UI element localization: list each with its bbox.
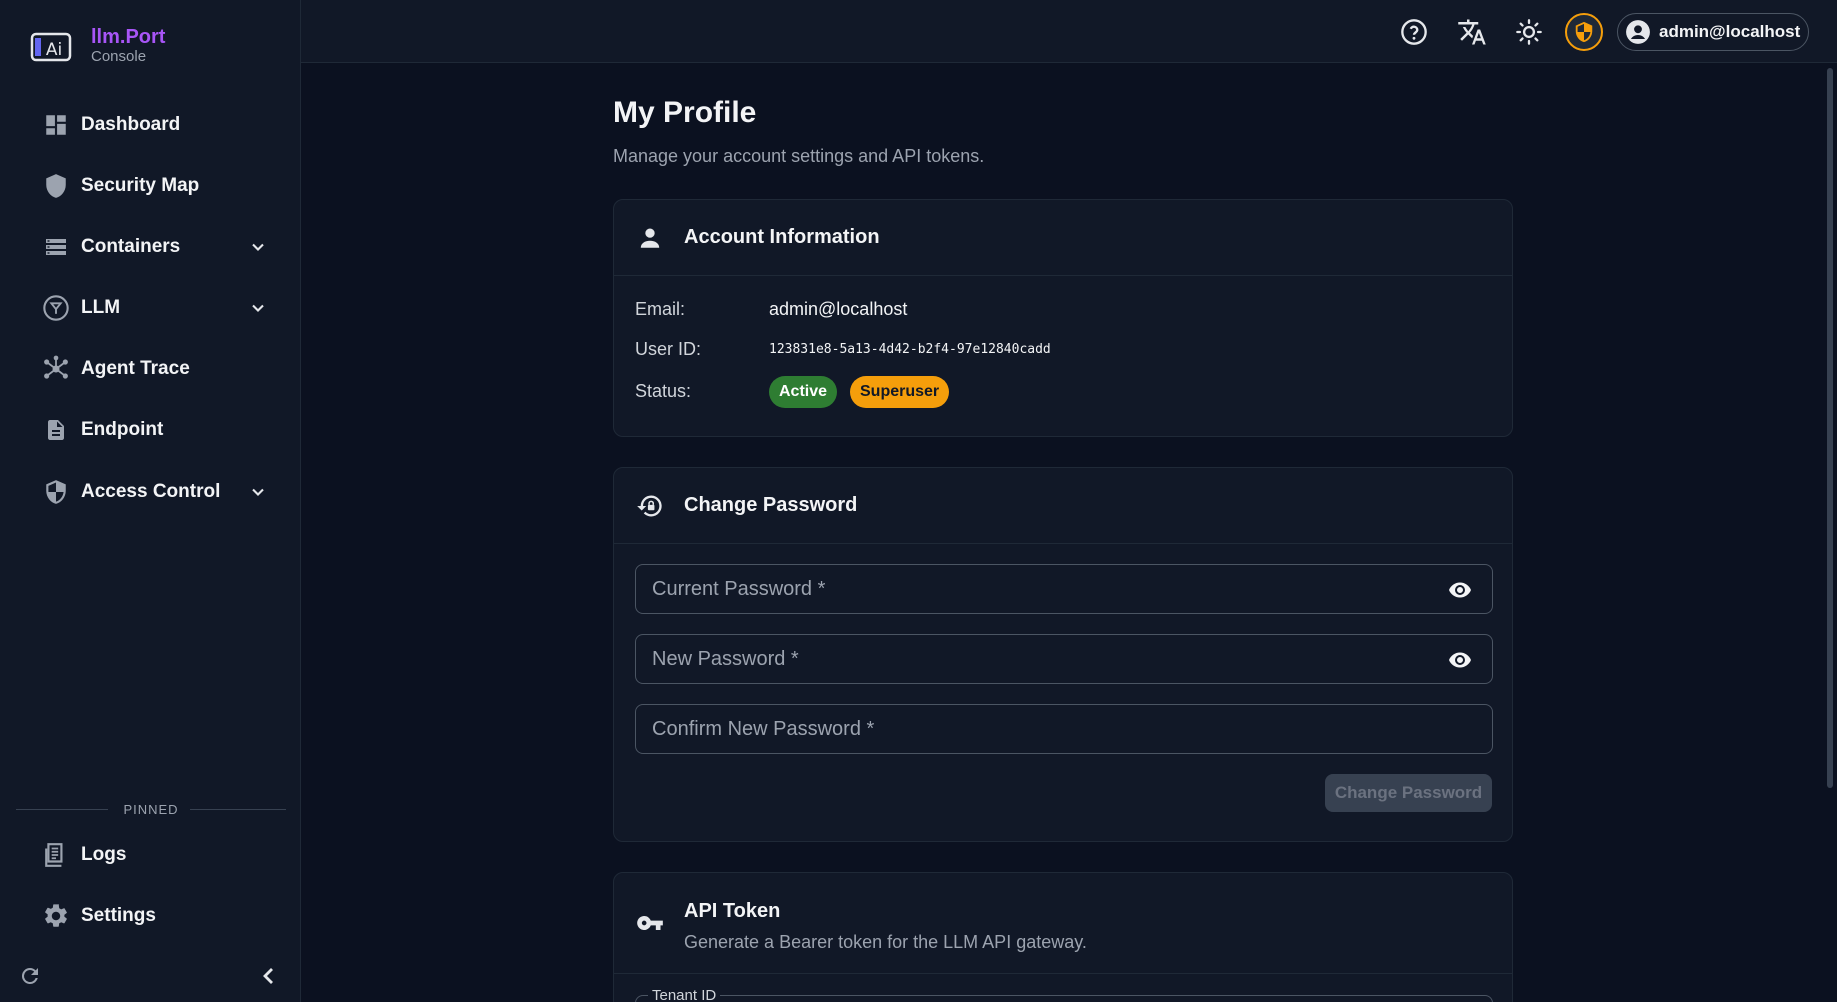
- eye-icon[interactable]: [1448, 578, 1472, 602]
- chevron-down-icon[interactable]: [248, 482, 268, 502]
- brand[interactable]: Ai llm.Port Console: [30, 26, 165, 66]
- page-subtitle: Manage your account settings and API tok…: [613, 146, 985, 166]
- sidebar-item-label: Agent Trace: [81, 358, 190, 379]
- trace-icon: [42, 355, 70, 383]
- dashboard-icon: [42, 111, 70, 139]
- sidebar-item-agent-trace[interactable]: Agent Trace: [0, 343, 301, 395]
- person-icon: [636, 224, 664, 252]
- theme-icon[interactable]: [1513, 16, 1545, 48]
- containers-icon: [42, 233, 70, 261]
- status-badge-superuser: Superuser: [850, 376, 950, 408]
- account-circle-icon: [1626, 20, 1650, 44]
- sidebar-item-label: Access Control: [81, 481, 221, 502]
- refresh-icon[interactable]: [18, 964, 42, 988]
- status-badge-active: Active: [769, 376, 838, 408]
- new-password-field[interactable]: [635, 634, 1493, 684]
- tenant-id-field[interactable]: Tenant ID: [635, 987, 1493, 1002]
- card-header: Change Password: [614, 468, 1512, 544]
- new-password-input[interactable]: [652, 635, 1432, 683]
- confirm-password-field[interactable]: [635, 704, 1493, 754]
- sidebar-item-llm[interactable]: LLM: [0, 282, 301, 334]
- pinned-divider: PINNED: [16, 800, 286, 820]
- llm-icon: [42, 294, 70, 322]
- status-label: Status:: [635, 381, 692, 401]
- sidebar-item-security-map[interactable]: Security Map: [0, 160, 301, 212]
- key-icon: [636, 909, 664, 937]
- sidebar-item-endpoint[interactable]: Endpoint: [0, 404, 301, 456]
- api-token-card: API Token Generate a Bearer token for th…: [613, 872, 1513, 1002]
- user-id-label: User ID:: [635, 339, 702, 359]
- user-label: admin@localhost: [1659, 22, 1801, 41]
- security-status-badge[interactable]: [1565, 13, 1603, 51]
- change-password-button[interactable]: Change Password: [1325, 774, 1492, 812]
- sidebar-item-access-control[interactable]: Access Control: [0, 466, 301, 518]
- card-title: API Token: [684, 900, 781, 922]
- tenant-id-label: Tenant ID: [648, 987, 721, 1002]
- divider-line: [190, 809, 286, 810]
- help-icon[interactable]: [1398, 16, 1430, 48]
- current-password-field[interactable]: [635, 564, 1493, 614]
- svg-text:Ai: Ai: [46, 40, 62, 60]
- email-label: Email:: [635, 299, 686, 319]
- collapse-sidebar-icon[interactable]: [257, 964, 281, 988]
- email-value: admin@localhost: [769, 299, 908, 319]
- chevron-down-icon[interactable]: [248, 237, 268, 257]
- account-information-card: Account Information Email: admin@localho…: [613, 199, 1513, 437]
- confirm-password-input[interactable]: [652, 705, 1432, 753]
- card-subtitle: Generate a Bearer token for the LLM API …: [684, 932, 1087, 952]
- document-icon: [42, 416, 70, 444]
- topbar: [301, 0, 1837, 63]
- sidebar-item-containers[interactable]: Containers: [0, 221, 301, 273]
- sidebar-item-dashboard[interactable]: Dashboard: [0, 99, 301, 151]
- user-menu-button[interactable]: admin@localhost: [1617, 13, 1809, 51]
- user-id-value: 123831e8-5a13-4d42-b2f4-97e12840cadd: [769, 342, 1051, 357]
- scrollbar[interactable]: [1827, 68, 1833, 788]
- chevron-down-icon[interactable]: [248, 298, 268, 318]
- card-title: Change Password: [684, 494, 858, 516]
- sidebar-item-label: LLM: [81, 297, 121, 318]
- page-title: My Profile: [613, 96, 757, 129]
- sidebar-item-label: Dashboard: [81, 114, 181, 135]
- shield-lock-icon: [42, 478, 70, 506]
- translate-icon[interactable]: [1456, 16, 1488, 48]
- sidebar-item-label: Endpoint: [81, 419, 164, 440]
- sidebar-item-settings[interactable]: Settings: [0, 890, 301, 942]
- card-header: Account Information: [614, 200, 1512, 276]
- sidebar-item-label: Settings: [81, 905, 156, 926]
- sidebar-item-logs[interactable]: Logs: [0, 829, 301, 881]
- lock-reset-icon: [636, 492, 664, 520]
- sidebar-item-label: Security Map: [81, 175, 200, 196]
- change-password-card: Change Password Change Password: [613, 467, 1513, 842]
- gear-icon: [42, 902, 70, 930]
- logs-icon: [42, 841, 70, 869]
- card-title: Account Information: [684, 226, 880, 248]
- sidebar-item-label: Logs: [81, 844, 127, 865]
- brand-subtitle: Console: [91, 48, 147, 65]
- card-header: API Token Generate a Bearer token for th…: [614, 873, 1512, 974]
- brand-name: llm.Port: [91, 26, 166, 48]
- eye-icon[interactable]: [1448, 648, 1472, 672]
- sidebar-item-label: Containers: [81, 236, 181, 257]
- shield-badge-icon: [1575, 21, 1593, 43]
- shield-icon: [42, 172, 70, 200]
- sidebar: Ai llm.Port Console Dashboard Security M…: [0, 0, 301, 1002]
- current-password-input[interactable]: [652, 565, 1432, 613]
- logo-icon: Ai: [30, 32, 72, 62]
